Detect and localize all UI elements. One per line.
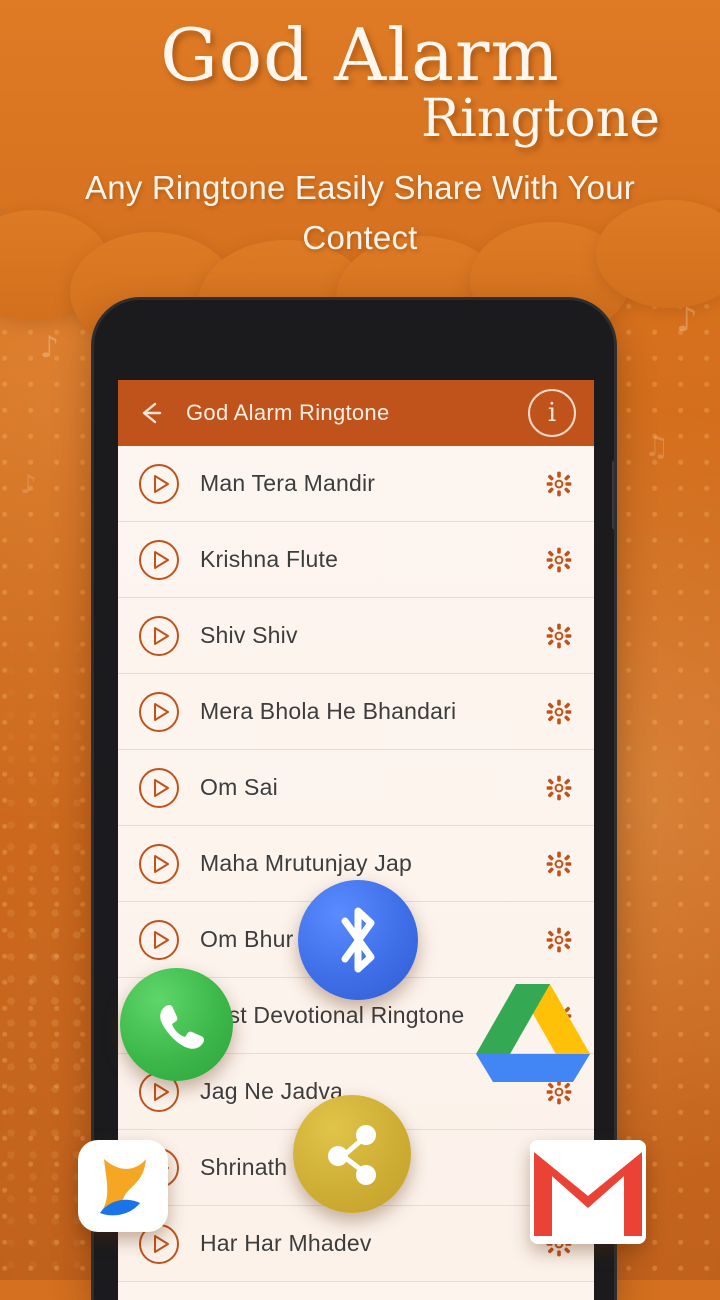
promo-tagline: Any Ringtone Easily Share With Your Cont… bbox=[85, 168, 635, 257]
xender-icon[interactable] bbox=[78, 1140, 168, 1232]
play-icon[interactable] bbox=[138, 615, 180, 657]
list-item[interactable]: Man Tera Mandir bbox=[118, 446, 594, 522]
gear-icon[interactable] bbox=[546, 699, 572, 725]
ringtone-name: Har Har Mhadev bbox=[200, 1230, 372, 1256]
promo-title-block: God Alarm Ringtone Any Ringtone Easily S… bbox=[0, 0, 720, 263]
gear-icon[interactable] bbox=[546, 775, 572, 801]
gear-icon[interactable] bbox=[546, 851, 572, 877]
ringtone-name: Om Sai bbox=[200, 774, 278, 800]
info-icon[interactable]: i bbox=[528, 389, 576, 437]
list-item[interactable]: Har Har Mhadev bbox=[118, 1206, 594, 1282]
back-arrow-icon[interactable] bbox=[136, 398, 166, 428]
ringtone-name: Mera Bhola He Bhandari bbox=[200, 698, 457, 724]
gear-icon[interactable] bbox=[546, 547, 572, 573]
gear-icon[interactable] bbox=[546, 927, 572, 953]
ringtone-name: Maha Mrutunjay Jap bbox=[200, 850, 412, 876]
play-icon[interactable] bbox=[138, 843, 180, 885]
whatsapp-icon[interactable] bbox=[120, 968, 233, 1081]
ringtone-name: Man Tera Mandir bbox=[200, 470, 376, 496]
list-item[interactable]: Shiv Shiv bbox=[118, 598, 594, 674]
list-item[interactable]: Krishna Flute bbox=[118, 522, 594, 598]
promo-title-sub: Ringtone bbox=[420, 88, 660, 149]
play-icon[interactable] bbox=[138, 767, 180, 809]
app-bar-title: God Alarm Ringtone bbox=[186, 400, 390, 425]
ringtone-name: Krishna Flute bbox=[200, 546, 339, 572]
play-icon[interactable] bbox=[138, 463, 180, 505]
bluetooth-icon[interactable] bbox=[298, 880, 418, 1000]
share-icon[interactable] bbox=[293, 1095, 411, 1213]
gmail-icon[interactable] bbox=[530, 1140, 646, 1244]
ringtone-name: Shiv Shiv bbox=[200, 622, 298, 648]
list-item[interactable]: Om Sai bbox=[118, 750, 594, 826]
phone-side-button bbox=[612, 460, 614, 530]
play-icon[interactable] bbox=[138, 539, 180, 581]
play-icon[interactable] bbox=[138, 691, 180, 733]
promo-title-main: God Alarm bbox=[160, 13, 560, 97]
play-icon[interactable] bbox=[138, 919, 180, 961]
gear-icon[interactable] bbox=[546, 623, 572, 649]
list-item[interactable]: Mera Bhola He Bhandari bbox=[118, 674, 594, 750]
gear-icon[interactable] bbox=[546, 471, 572, 497]
app-bar: God Alarm Ringtone i bbox=[118, 380, 594, 446]
google-drive-icon[interactable] bbox=[472, 978, 594, 1088]
